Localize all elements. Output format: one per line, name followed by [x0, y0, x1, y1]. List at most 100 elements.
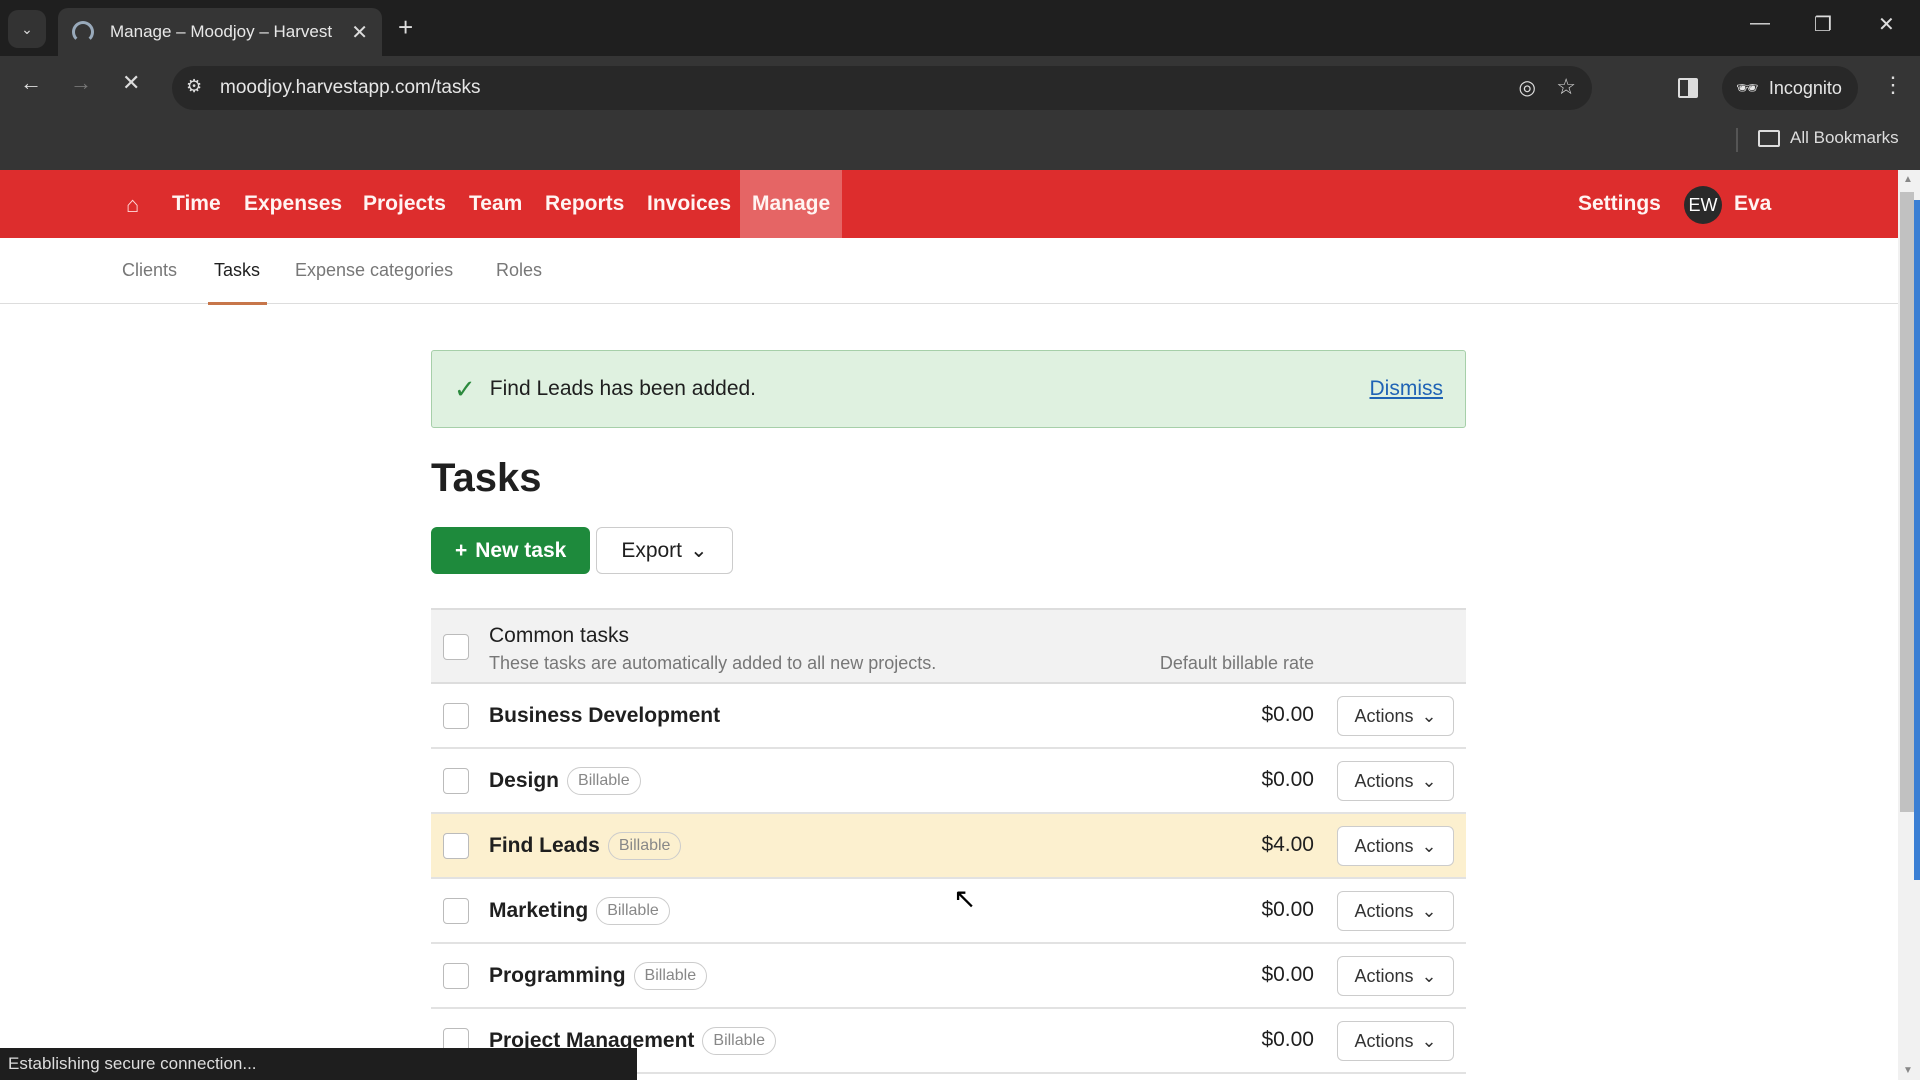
task-name[interactable]: Business Development [489, 704, 720, 728]
close-tab-icon[interactable]: ✕ [351, 20, 368, 45]
nav-time[interactable]: Time [172, 170, 221, 238]
folder-icon [1758, 129, 1780, 147]
page-scrollbar[interactable]: ▲ ▼ [1898, 170, 1920, 1080]
tab-search-button[interactable]: ⌄ [8, 10, 46, 48]
tasks-table: Common tasks These tasks are automatical… [431, 608, 1466, 1074]
chevron-down-icon: ⌄ [1421, 770, 1437, 791]
chevron-down-icon: ⌄ [1421, 1030, 1437, 1051]
actions-dropdown[interactable]: Actions ⌄ [1337, 956, 1454, 996]
row-checkbox[interactable] [443, 963, 469, 989]
all-bookmarks-label: All Bookmarks [1790, 128, 1899, 147]
nav-team[interactable]: Team [469, 170, 522, 238]
row-checkbox[interactable] [443, 898, 469, 924]
task-rate: $0.00 [1261, 898, 1314, 921]
minimize-icon[interactable]: — [1750, 12, 1770, 35]
main-nav: ⌂ Time Expenses Projects Team Reports In… [0, 170, 1898, 238]
incognito-label: Incognito [1768, 77, 1842, 98]
table-row: Marketing Billable $0.00 Actions ⌄ [431, 879, 1466, 944]
back-icon[interactable]: ← [20, 70, 42, 96]
home-icon[interactable]: ⌂ [126, 192, 150, 217]
task-rate: $0.00 [1261, 963, 1314, 986]
chevron-down-icon: ⌄ [21, 20, 33, 37]
new-task-label: New task [475, 538, 567, 562]
billable-badge: Billable [702, 1026, 776, 1055]
actions-label: Actions [1354, 965, 1414, 986]
actions-dropdown[interactable]: Actions ⌄ [1337, 826, 1454, 866]
active-tab-indicator [208, 302, 267, 305]
task-name[interactable]: Marketing [489, 899, 588, 923]
subnav-clients[interactable]: Clients [122, 260, 177, 281]
new-tab-button[interactable]: + [398, 12, 413, 43]
task-rate: $0.00 [1261, 768, 1314, 791]
dismiss-link[interactable]: Dismiss [1370, 377, 1444, 401]
new-task-button[interactable]: + New task [431, 527, 591, 574]
bookmarks-bar [0, 114, 1920, 170]
subnav-tasks[interactable]: Tasks [214, 260, 260, 281]
url-text[interactable]: moodjoy.harvestapp.com/tasks [220, 77, 481, 99]
task-name[interactable]: Programming [489, 964, 626, 988]
table-row: Business Development $0.00 Actions ⌄ [431, 684, 1466, 749]
nav-invoices[interactable]: Invoices [647, 170, 731, 238]
task-name[interactable]: Design [489, 769, 559, 793]
success-alert: ✓ Find Leads has been added. Dismiss [431, 350, 1466, 428]
forward-icon[interactable]: → [70, 70, 92, 96]
actions-dropdown[interactable]: Actions ⌄ [1337, 696, 1454, 736]
address-bar[interactable]: ⚙ moodjoy.harvestapp.com/tasks ◎ ☆ [172, 66, 1592, 110]
browser-tabstrip: ⌄ Manage – Moodjoy – Harvest ✕ + — ❐ ✕ [0, 0, 1920, 56]
side-panel-icon[interactable] [1678, 78, 1698, 98]
billable-badge: Billable [596, 896, 670, 925]
subnav-expense-categories[interactable]: Expense categories [295, 260, 453, 281]
nav-projects[interactable]: Projects [363, 170, 446, 238]
billable-badge: Billable [607, 831, 682, 860]
row-checkbox[interactable] [443, 703, 469, 729]
table-header: Common tasks These tasks are automatical… [431, 608, 1466, 684]
task-name-cell: Programming Billable [489, 944, 708, 1007]
alert-message: Find Leads has been added. [489, 377, 757, 400]
export-button[interactable]: Export ⌄ [596, 527, 733, 574]
scroll-down-icon[interactable]: ▼ [1903, 1065, 1913, 1076]
mouse-cursor-icon: ↖ [953, 883, 977, 914]
incognito-badge[interactable]: 🕶 Incognito [1722, 66, 1858, 110]
nav-reports[interactable]: Reports [545, 170, 624, 238]
actions-dropdown[interactable]: Actions ⌄ [1337, 1021, 1454, 1061]
row-checkbox[interactable] [443, 768, 469, 794]
actions-label: Actions [1354, 705, 1414, 726]
task-name-cell: Business Development [489, 684, 720, 747]
avatar[interactable]: EW [1684, 186, 1722, 224]
stop-loading-icon[interactable]: ✕ [122, 70, 140, 96]
actions-dropdown[interactable]: Actions ⌄ [1337, 761, 1454, 801]
table-row: Programming Billable $0.00 Actions ⌄ [431, 944, 1466, 1009]
nav-manage[interactable]: Manage [740, 170, 843, 238]
billable-badge: Billable [567, 766, 641, 795]
scroll-up-icon[interactable]: ▲ [1903, 174, 1913, 185]
site-info-icon[interactable]: ⚙ [186, 76, 202, 97]
all-bookmarks-button[interactable]: All Bookmarks [1758, 128, 1899, 148]
group-description: These tasks are automatically added to a… [489, 653, 937, 673]
loading-spinner-icon [72, 21, 94, 43]
nav-expenses[interactable]: Expenses [244, 170, 342, 238]
nav-settings[interactable]: Settings [1578, 170, 1661, 238]
eye-off-icon[interactable]: ◎ [1519, 75, 1536, 100]
bookmark-star-icon[interactable]: ☆ [1556, 74, 1576, 100]
browser-tab[interactable]: Manage – Moodjoy – Harvest ✕ [58, 8, 382, 56]
table-row: Design Billable $0.00 Actions ⌄ [431, 749, 1466, 814]
scrollbar-thumb[interactable] [1900, 192, 1914, 812]
actions-dropdown[interactable]: Actions ⌄ [1337, 891, 1454, 931]
task-name-cell: Find Leads Billable [489, 814, 682, 877]
tab-title: Manage – Moodjoy – Harvest [110, 22, 333, 41]
task-rate: $0.00 [1261, 703, 1314, 726]
restore-icon[interactable]: ❐ [1814, 12, 1832, 37]
bookmarks-divider [1736, 128, 1738, 152]
page-title: Tasks [431, 456, 542, 500]
subnav-roles[interactable]: Roles [496, 260, 542, 281]
user-name[interactable]: Eva [1734, 170, 1771, 238]
chevron-down-icon: ⌄ [690, 539, 708, 562]
table-row: Find Leads Billable $4.00 Actions ⌄ [431, 814, 1466, 879]
actions-label: Actions [1354, 900, 1414, 921]
select-all-checkbox[interactable] [443, 634, 469, 660]
task-name[interactable]: Find Leads [489, 834, 600, 858]
row-checkbox[interactable] [443, 833, 469, 859]
actions-label: Actions [1354, 835, 1414, 856]
close-window-icon[interactable]: ✕ [1878, 12, 1895, 37]
more-menu-icon[interactable]: ⋮ [1882, 72, 1904, 98]
